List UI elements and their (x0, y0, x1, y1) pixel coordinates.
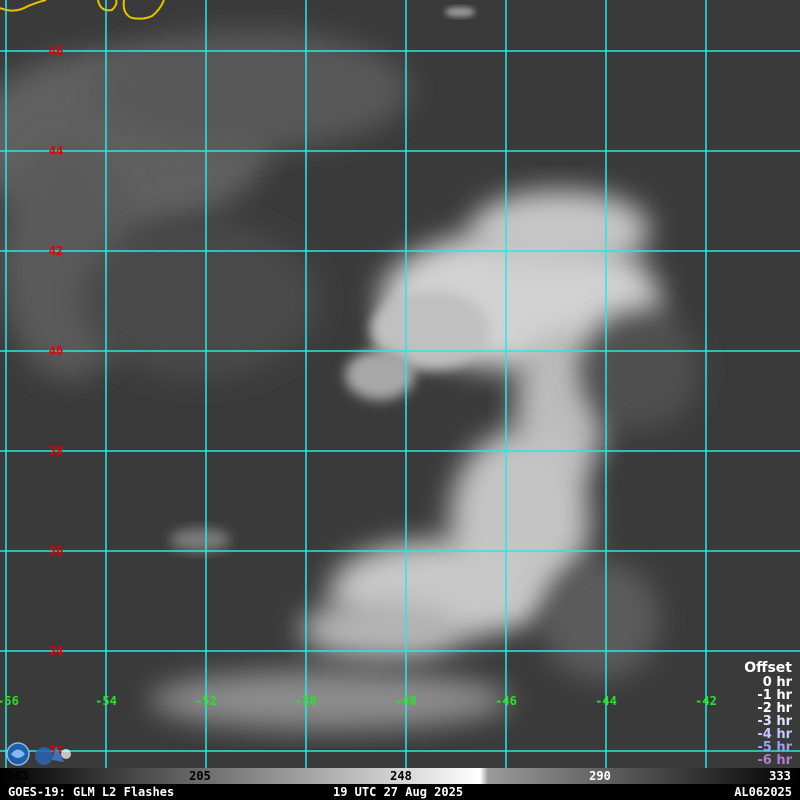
offset-item: -6 hr (757, 753, 792, 768)
lon-label-52: -52 (195, 694, 217, 708)
agency-logo (6, 742, 71, 766)
lat-label-46: 46 (48, 44, 64, 58)
satellite-map: 46 44 42 40 38 36 34 32 -56 -54 -52 -50 … (0, 0, 800, 800)
colorbar-tick: 163 (7, 769, 29, 783)
lat-label-40: 40 (48, 344, 64, 358)
status-storm-id: AL062025 (734, 785, 792, 799)
lon-label-54: -54 (95, 694, 117, 708)
lon-label-56: -56 (0, 694, 19, 708)
offset-legend-title: Offset (744, 660, 792, 676)
lon-label-44: -44 (595, 694, 617, 708)
colorbar-tick: 333 (769, 769, 791, 783)
colorbar-tick: 248 (390, 769, 412, 783)
offset-legend: Offset 0 hr -1 hr -2 hr -3 hr -4 hr -5 h… (744, 660, 792, 768)
lon-label-50: -50 (295, 694, 317, 708)
satellite-imagery (0, 0, 800, 768)
status-timestamp: 19 UTC 27 Aug 2025 (333, 785, 464, 799)
lon-label-48: -48 (395, 694, 417, 708)
lat-label-38: 38 (48, 444, 64, 458)
colorbar-tick: 290 (589, 769, 611, 783)
status-bar: GOES-19: GLM L2 Flashes 19 UTC 27 Aug 20… (0, 784, 800, 800)
lat-label-42: 42 (48, 244, 64, 258)
colorbar-tick: 205 (189, 769, 211, 783)
lon-label-46: -46 (495, 694, 517, 708)
lat-label-36: 36 (48, 544, 64, 558)
lon-label-42: -42 (695, 694, 717, 708)
lat-label-44: 44 (48, 144, 64, 158)
lat-label-34: 34 (48, 644, 64, 658)
status-product: GOES-19: GLM L2 Flashes (8, 785, 175, 799)
